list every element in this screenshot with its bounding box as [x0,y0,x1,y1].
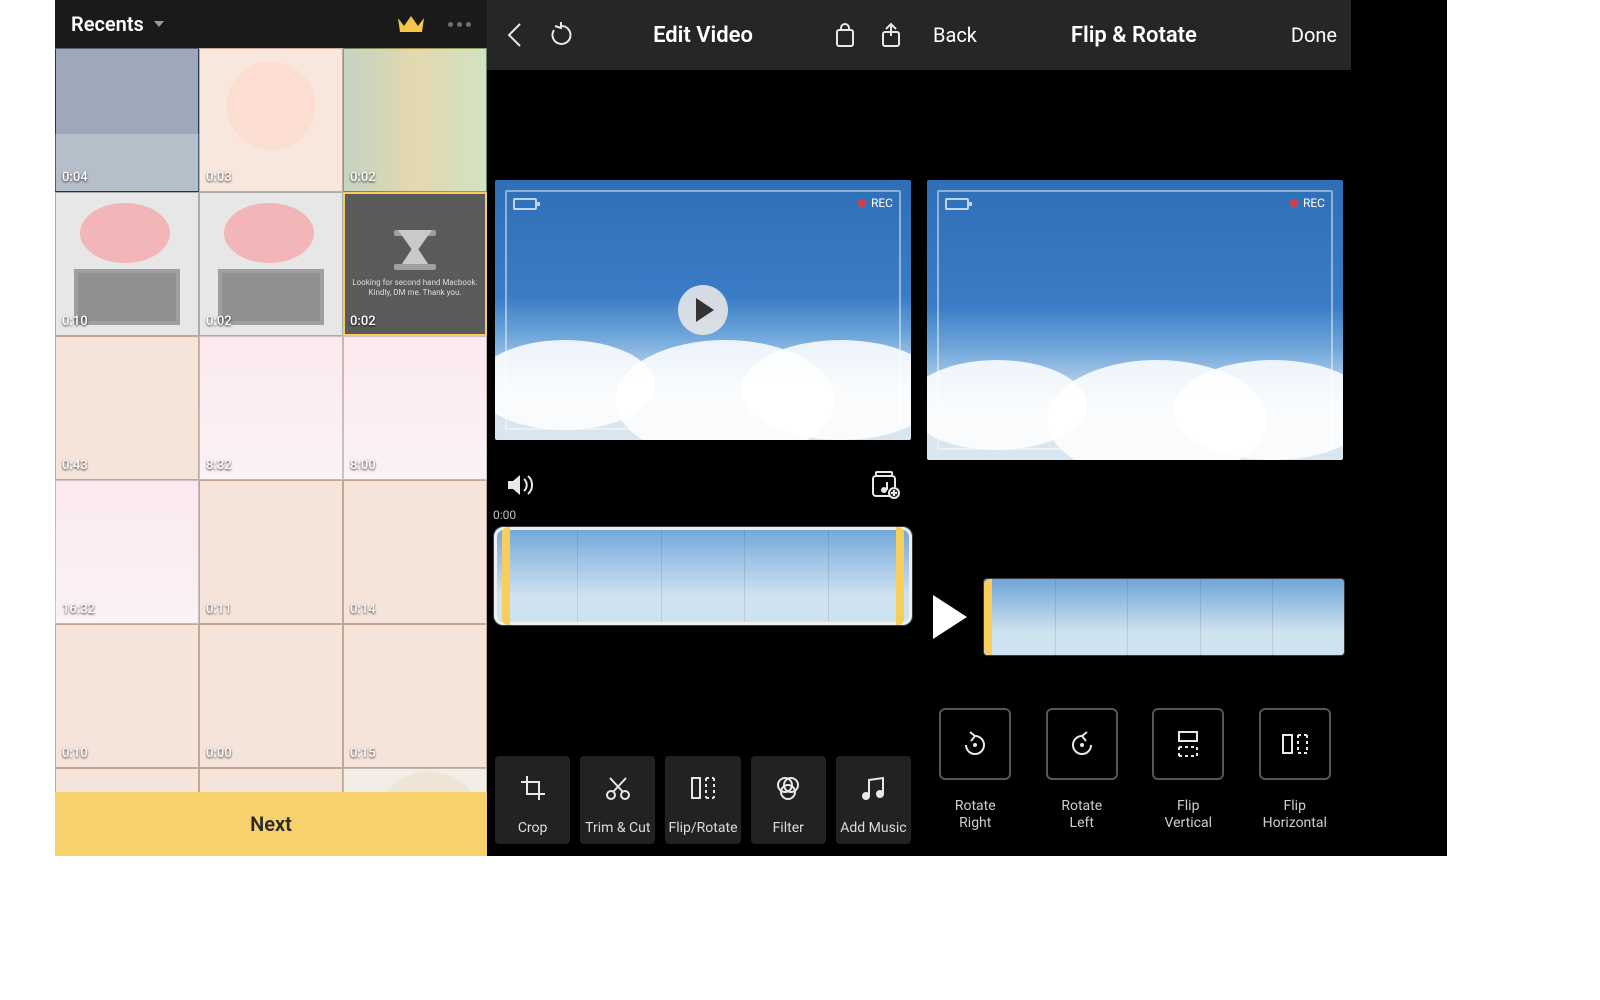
volume-icon[interactable] [505,472,535,498]
next-button[interactable]: Next [55,792,487,856]
done-button[interactable]: Done [1291,23,1337,47]
duration-label: 0:02 [350,314,376,329]
duration-label: 0:10 [62,314,88,329]
edit-title: Edit Video [593,23,813,48]
trim-handle-right[interactable] [896,527,904,625]
timeline[interactable] [983,578,1345,656]
redo-icon[interactable] [547,21,575,49]
share-icon[interactable] [877,21,905,49]
tool-crop[interactable]: Crop [495,756,570,844]
timeline[interactable] [493,526,913,626]
more-icon[interactable] [448,22,471,27]
battery-icon [945,198,969,210]
screen-edit-video: Edit Video REC 0:00 [487,0,919,856]
rot-r-icon [939,708,1011,780]
video-grid: 0:040:030:020:100:02Looking for second h… [55,48,487,792]
video-thumb[interactable]: 0:02 [343,48,487,192]
tool-label: Flip/Rotate [669,820,738,836]
tool-label: Crop [518,820,548,836]
screen-flip-rotate: Back Flip & Rotate Done REC RotateRightR… [919,0,1351,856]
edit-header: Edit Video [487,0,919,70]
tool-label: RotateLeft [1061,798,1102,832]
duration-label: 0:43 [62,458,88,473]
next-label: Next [250,812,292,836]
screen-gallery: Recents 0:040:030:020:100:02Looking for … [55,0,487,856]
play-icon [696,298,714,322]
duration-label: 8:32 [206,458,232,473]
tool-rot-l[interactable]: RotateLeft [1040,690,1125,840]
back-button[interactable]: Back [933,23,977,47]
tool-filter[interactable]: Filter [751,756,826,844]
flip-title: Flip & Rotate [995,23,1273,48]
video-thumb[interactable]: 8:32 [199,336,343,480]
tool-label: FlipHorizontal [1263,798,1327,832]
gallery-header: Recents [55,0,487,48]
video-thumb[interactable]: 0:10 [55,624,199,768]
video-thumb[interactable]: 16:32 [55,480,199,624]
rot-l-icon [1046,708,1118,780]
rec-indicator: REC [858,196,893,210]
flip-toolbar: RotateRight RotateLeft FlipVertical FlipHor… [919,664,1351,856]
trim-handle-left[interactable] [502,527,510,625]
tool-flip-v[interactable]: FlipVertical [1146,690,1231,840]
duration-label: 0:10 [62,746,88,761]
duration-label: 0:04 [62,170,88,185]
video-thumb[interactable]: 0:14 [343,480,487,624]
video-thumb[interactable]: 0:02 [199,192,343,336]
video-thumb[interactable]: 0:00 [199,624,343,768]
tool-flip[interactable]: Flip/Rotate [665,756,740,844]
bag-icon[interactable] [831,21,859,49]
video-thumb[interactable]: 0:04 [55,48,199,192]
video-thumb[interactable]: 0:10 [55,192,199,336]
battery-icon [513,198,537,210]
duration-label: 0:15 [350,746,376,761]
duration-label: 0:02 [350,170,376,185]
chevron-down-icon[interactable] [154,21,164,27]
tool-flip-h[interactable]: FlipHorizontal [1253,690,1338,840]
crown-icon[interactable] [396,12,426,36]
duration-label: 8:00 [350,458,376,473]
duration-label: 0:03 [206,170,232,185]
tool-label: RotateRight [955,798,996,832]
edit-toolbar: Crop Trim & Cut Flip/Rotate Filter Add Music [487,726,919,856]
back-icon[interactable] [501,21,529,49]
duration-label: 0:00 [206,746,232,761]
duration-label: 0:14 [350,602,376,617]
video-thumb[interactable]: 0:03 [199,48,343,192]
video-preview[interactable]: REC [927,180,1343,460]
video-thumb[interactable] [55,768,199,792]
video-thumb[interactable] [343,768,487,792]
tool-music[interactable]: Add Music [836,756,911,844]
play-icon[interactable] [933,595,967,639]
timecode: 0:00 [487,508,919,524]
duration-label: 0:02 [206,314,232,329]
rec-indicator: REC [1290,196,1325,210]
tool-trim[interactable]: Trim & Cut [580,756,655,844]
tool-label: Add Music [840,820,906,836]
tool-label: Filter [773,820,804,836]
album-title[interactable]: Recents [71,12,144,36]
video-thumb[interactable]: 0:11 [199,480,343,624]
tool-label: Trim & Cut [585,820,650,836]
tool-rot-r[interactable]: RotateRight [933,690,1018,840]
play-button[interactable] [678,285,728,335]
camera-frame-overlay [937,190,1333,450]
video-thumb[interactable]: 0:15 [343,624,487,768]
video-thumb[interactable]: 0:43 [55,336,199,480]
duration-label: 0:11 [206,602,232,617]
video-thumb[interactable]: Looking for second hand Macbook.Kindly, … [343,192,487,336]
video-thumb[interactable]: 8:00 [343,336,487,480]
tool-label: FlipVertical [1165,798,1212,832]
flip-header: Back Flip & Rotate Done [919,0,1351,70]
flip-h-icon [1259,708,1331,780]
music-library-icon[interactable] [869,470,901,500]
video-preview[interactable]: REC [495,180,911,440]
playhead[interactable] [984,579,992,655]
video-thumb[interactable] [199,768,343,792]
flip-v-icon [1152,708,1224,780]
duration-label: 16:32 [62,602,95,617]
